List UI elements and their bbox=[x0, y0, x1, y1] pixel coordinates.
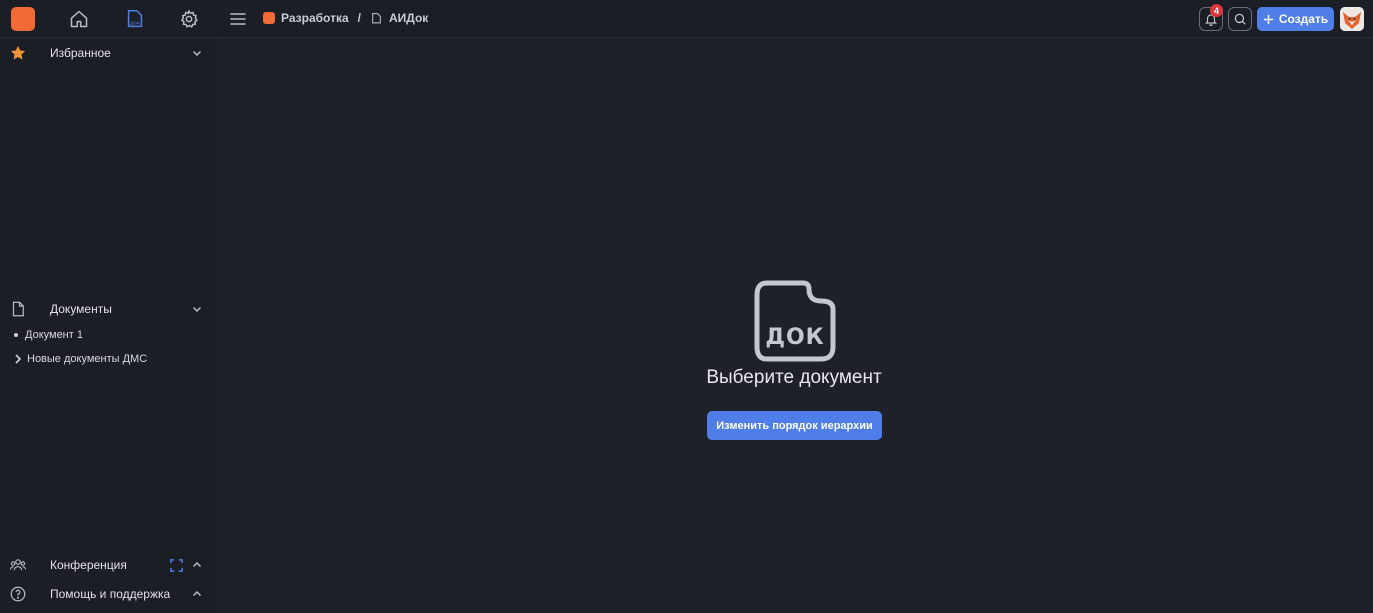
top-bar: док Разработка / АИДок 4 Создать bbox=[0, 0, 1373, 38]
breadcrumb-current[interactable]: АИДок bbox=[389, 11, 428, 25]
document-icon bbox=[372, 12, 381, 23]
empty-icon-text: ДОК bbox=[765, 325, 824, 350]
sidebar-section-documents[interactable]: Документы bbox=[0, 296, 217, 322]
chevron-down-icon[interactable] bbox=[191, 303, 203, 315]
chevron-up-icon[interactable] bbox=[191, 588, 203, 600]
plus-icon bbox=[1263, 14, 1273, 24]
list-item-document-1[interactable]: Документ 1 bbox=[14, 329, 83, 341]
breadcrumb: Разработка / АИДок bbox=[263, 11, 428, 25]
project-icon bbox=[263, 12, 275, 24]
avatar[interactable] bbox=[1340, 7, 1364, 31]
file-icon bbox=[12, 301, 24, 317]
empty-state-title: Выберите документ bbox=[706, 367, 882, 388]
empty-state: ДОК Выберите документ Изменить порядок и… bbox=[218, 38, 1373, 613]
search-icon bbox=[1234, 13, 1246, 25]
help-icon bbox=[10, 586, 26, 602]
main-content: ДОК Выберите документ Изменить порядок и… bbox=[218, 38, 1373, 613]
gear-icon[interactable] bbox=[179, 9, 199, 29]
menu-toggle-icon[interactable] bbox=[229, 10, 247, 28]
breadcrumb-project[interactable]: Разработка bbox=[281, 11, 349, 25]
search-button[interactable] bbox=[1228, 7, 1252, 31]
create-label: Создать bbox=[1278, 12, 1329, 26]
star-icon bbox=[10, 45, 26, 60]
users-icon bbox=[9, 559, 27, 571]
document-title: Документ 1 bbox=[25, 329, 83, 341]
svg-text:док: док bbox=[130, 21, 141, 27]
create-button[interactable]: Создать bbox=[1257, 7, 1334, 31]
breadcrumb-separator: / bbox=[357, 11, 361, 25]
list-item-new-dms-documents[interactable]: Новые документы ДМС bbox=[14, 353, 147, 365]
sidebar-section-conference[interactable]: Конференция bbox=[0, 552, 217, 578]
help-label: Помощь и поддержка bbox=[50, 587, 171, 601]
notification-badge: 4 bbox=[1210, 4, 1223, 17]
document-title: Новые документы ДМС bbox=[27, 353, 148, 365]
sidebar: Избранное Документы Документ 1 Новые док… bbox=[0, 38, 218, 613]
chevron-up-icon[interactable] bbox=[191, 559, 203, 571]
home-icon[interactable] bbox=[69, 9, 89, 29]
documents-label: Документы bbox=[50, 302, 112, 316]
chevron-down-icon[interactable] bbox=[191, 47, 203, 59]
sidebar-section-favorites[interactable]: Избранное bbox=[0, 40, 217, 66]
sidebar-section-help[interactable]: Помощь и поддержка bbox=[0, 581, 217, 607]
reorder-hierarchy-button[interactable]: Изменить порядок иерархии bbox=[707, 411, 882, 440]
document-placeholder-icon: ДОК bbox=[754, 280, 836, 362]
fox-avatar-icon bbox=[1340, 7, 1364, 31]
app-logo[interactable] bbox=[11, 7, 35, 31]
bullet-icon bbox=[14, 333, 18, 337]
chevron-right-icon[interactable] bbox=[14, 354, 22, 364]
document-icon[interactable]: док bbox=[124, 8, 146, 30]
favorites-label: Избранное bbox=[50, 46, 111, 60]
conference-label: Конференция bbox=[50, 558, 127, 572]
fullscreen-icon[interactable] bbox=[170, 558, 183, 572]
